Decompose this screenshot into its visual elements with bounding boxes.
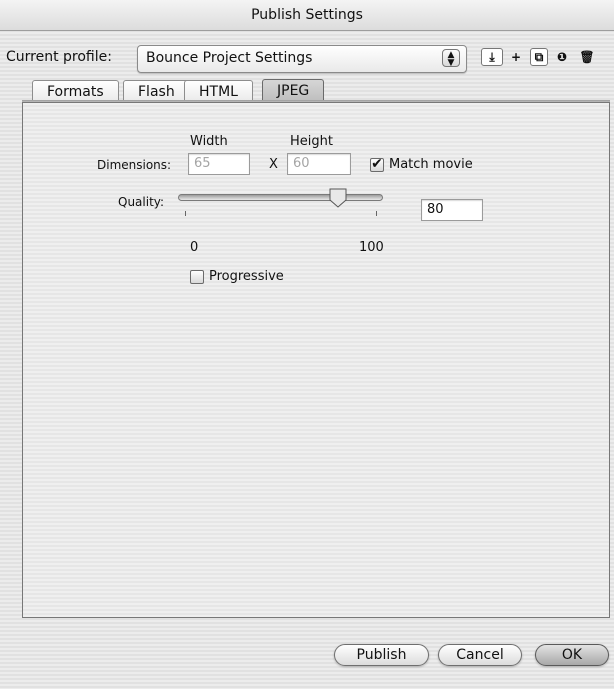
cancel-button[interactable]: Cancel: [438, 644, 522, 666]
profile-select[interactable]: Bounce Project Settings ▲ ▼: [137, 45, 467, 73]
add-icon[interactable]: +: [507, 48, 525, 66]
match-movie-checkbox[interactable]: ✔: [370, 157, 384, 172]
slider-min-tick: [185, 211, 186, 216]
progressive-checkbox[interactable]: [190, 270, 204, 284]
publish-button[interactable]: Publish: [334, 644, 429, 666]
height-header: Height: [290, 134, 333, 149]
match-movie-label: Match movie: [389, 157, 473, 172]
ok-button[interactable]: OK: [535, 644, 609, 666]
quality-slider-thumb[interactable]: [329, 188, 347, 208]
import-export-icon[interactable]: ⤓: [481, 48, 503, 66]
times-sign: X: [269, 157, 278, 172]
width-header: Width: [190, 134, 228, 149]
quality-label: Quality:: [118, 195, 165, 209]
info-icon[interactable]: ❶: [553, 48, 571, 66]
trash-icon[interactable]: 🗑: [578, 48, 596, 66]
height-field[interactable]: 60: [287, 153, 351, 175]
width-field[interactable]: 65: [188, 153, 250, 175]
profile-value: Bounce Project Settings: [146, 50, 313, 66]
progressive-label: Progressive: [209, 269, 284, 284]
window-title-bar: Publish Settings: [0, 0, 614, 31]
duplicate-icon[interactable]: ⧉: [530, 48, 548, 66]
profile-label: Current profile:: [6, 49, 112, 65]
quality-slider-track[interactable]: [178, 194, 383, 201]
dimensions-label: Dimensions:: [97, 158, 172, 172]
popup-stepper-icon: ▲ ▼: [442, 49, 460, 68]
jpeg-settings-panel: [22, 102, 610, 618]
quality-min-label: 0: [190, 240, 199, 255]
tab-formats[interactable]: Formats: [32, 80, 119, 102]
slider-max-tick: [376, 211, 377, 216]
quality-field[interactable]: 80: [421, 199, 483, 221]
tab-flash[interactable]: Flash: [123, 80, 190, 102]
quality-max-label: 100: [359, 240, 384, 255]
window-title: Publish Settings: [251, 7, 363, 23]
tab-html[interactable]: HTML: [184, 80, 253, 102]
